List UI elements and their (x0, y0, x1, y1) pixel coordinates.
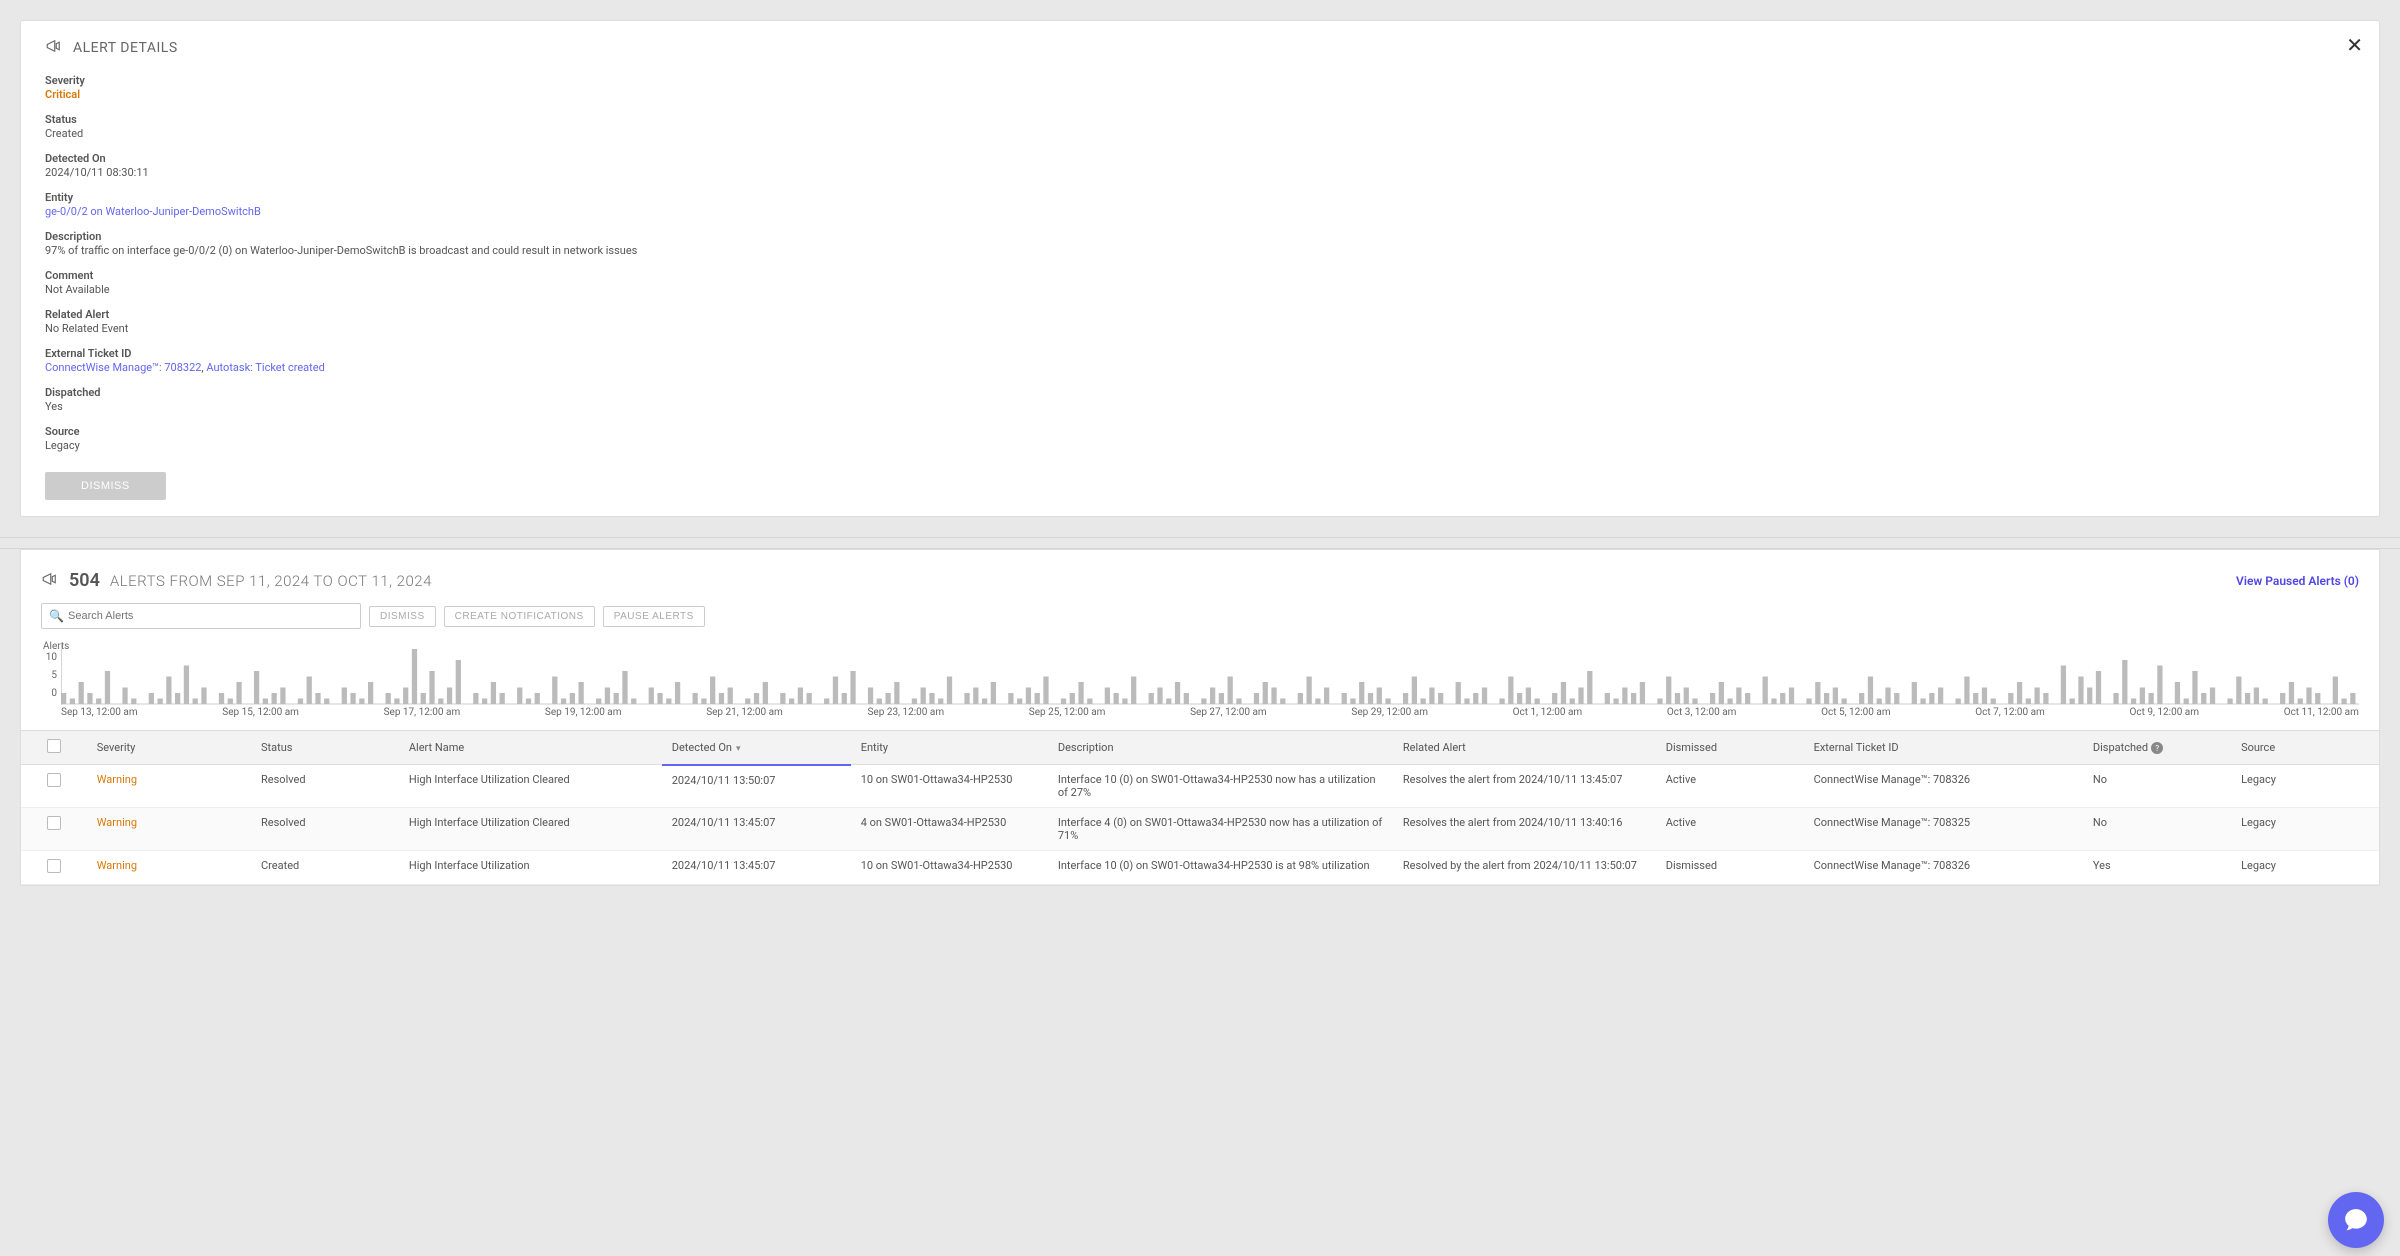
alerts-title: ALERTS FROM SEP 11, 2024 TO OCT 11, 2024 (110, 572, 432, 590)
col-detected-on[interactable]: Detected On (662, 731, 851, 765)
cell-related-alert: Resolved by the alert from 2024/10/11 13… (1393, 851, 1656, 885)
megaphone-icon (45, 37, 63, 58)
alerts-table: Severity Status Alert Name Detected On E… (21, 730, 2379, 885)
toolbar-dismiss-button[interactable]: DISMISS (369, 606, 436, 627)
search-icon: 🔍 (49, 609, 64, 623)
entity-link[interactable]: ge-0/0/2 on Waterloo-Juniper-DemoSwitchB (45, 205, 2355, 218)
cell-status: Resolved (251, 808, 399, 851)
cell-description: Interface 4 (0) on SW01-Ottawa34-HP2530 … (1048, 808, 1393, 851)
cell-external-ticket: ConnectWise Manage™: 708326 (1804, 851, 2083, 885)
toolbar-pause-alerts-button[interactable]: PAUSE ALERTS (603, 606, 705, 627)
select-all-checkbox[interactable] (47, 739, 61, 753)
cell-entity: 4 on SW01-Ottawa34-HP2530 (851, 808, 1048, 851)
status-value: Created (45, 127, 2355, 140)
chat-icon (2343, 1207, 2369, 1233)
col-source[interactable]: Source (2231, 731, 2379, 765)
col-description[interactable]: Description (1048, 731, 1393, 765)
cell-external-ticket: ConnectWise Manage™: 708326 (1804, 765, 2083, 808)
close-button[interactable]: ✕ (2346, 33, 2363, 58)
table-row[interactable]: Warning Resolved High Interface Utilizat… (21, 765, 2379, 808)
cell-related-alert: Resolves the alert from 2024/10/11 13:40… (1393, 808, 1656, 851)
chat-bubble-button[interactable] (2328, 1192, 2384, 1248)
toolbar-create-notifications-button[interactable]: CREATE NOTIFICATIONS (444, 606, 595, 627)
chart-yticks: 10 5 0 (43, 649, 57, 703)
help-icon[interactable]: ? (2151, 742, 2163, 754)
cell-dismissed: Active (1656, 765, 1804, 808)
status-label: Status (45, 113, 2355, 126)
cell-dispatched: No (2083, 808, 2231, 851)
table-row[interactable]: Warning Created High Interface Utilizati… (21, 851, 2379, 885)
source-label: Source (45, 425, 2355, 438)
col-entity[interactable]: Entity (851, 731, 1048, 765)
ticket-link-at[interactable]: Autotask: Ticket created (206, 361, 324, 374)
alerts-count: 504 (69, 570, 100, 591)
cell-related-alert: Resolves the alert from 2024/10/11 13:45… (1393, 765, 1656, 808)
cell-description: Interface 10 (0) on SW01-Ottawa34-HP2530… (1048, 765, 1393, 808)
alerts-list-panel: 504 ALERTS FROM SEP 11, 2024 TO OCT 11, … (20, 549, 2380, 886)
cell-description: Interface 10 (0) on SW01-Ottawa34-HP2530… (1048, 851, 1393, 885)
cell-alert-name: High Interface Utilization Cleared (399, 765, 662, 808)
cell-severity: Warning (87, 765, 251, 808)
col-severity[interactable]: Severity (87, 731, 251, 765)
cell-dismissed: Active (1656, 808, 1804, 851)
related-value: No Related Event (45, 322, 2355, 335)
col-status[interactable]: Status (251, 731, 399, 765)
related-label: Related Alert (45, 308, 2355, 321)
cell-external-ticket: ConnectWise Manage™: 708325 (1804, 808, 2083, 851)
description-label: Description (45, 230, 2355, 243)
alerts-timeline-chart: Alerts 10 5 0 Sep 13, 12:00 amSep 15, 12… (21, 645, 2379, 730)
cell-dispatched: Yes (2083, 851, 2231, 885)
cell-dismissed: Dismissed (1656, 851, 1804, 885)
alert-details-panel: ✕ ALERT DETAILS Severity Critical Status… (20, 20, 2380, 517)
cell-entity: 10 on SW01-Ottawa34-HP2530 (851, 851, 1048, 885)
cell-severity: Warning (87, 808, 251, 851)
row-checkbox[interactable] (47, 859, 61, 873)
severity-value: Critical (45, 88, 2355, 101)
col-dispatched[interactable]: Dispatched? (2083, 731, 2231, 765)
entity-label: Entity (45, 191, 2355, 204)
paused-alerts-link[interactable]: View Paused Alerts (0) (2236, 574, 2359, 588)
dispatched-value: Yes (45, 400, 2355, 413)
cell-status: Resolved (251, 765, 399, 808)
dismiss-button[interactable]: DISMISS (45, 472, 166, 500)
cell-dispatched: No (2083, 765, 2231, 808)
cell-source: Legacy (2231, 765, 2379, 808)
table-row[interactable]: Warning Resolved High Interface Utilizat… (21, 808, 2379, 851)
description-value: 97% of traffic on interface ge-0/0/2 (0)… (45, 244, 2355, 257)
ticket-label: External Ticket ID (45, 347, 2355, 360)
comment-value: Not Available (45, 283, 2355, 296)
cell-status: Created (251, 851, 399, 885)
cell-detected-on: 2024/10/11 13:45:07 (662, 851, 851, 885)
cell-source: Legacy (2231, 851, 2379, 885)
row-checkbox[interactable] (47, 816, 61, 830)
search-input[interactable] (41, 603, 361, 629)
panel-title: ALERT DETAILS (73, 40, 178, 56)
detected-label: Detected On (45, 152, 2355, 165)
cell-severity: Warning (87, 851, 251, 885)
cell-entity: 10 on SW01-Ottawa34-HP2530 (851, 765, 1048, 808)
cell-source: Legacy (2231, 808, 2379, 851)
col-external-ticket[interactable]: External Ticket ID (1804, 731, 2083, 765)
cell-alert-name: High Interface Utilization (399, 851, 662, 885)
chart-xticks: Sep 13, 12:00 amSep 15, 12:00 amSep 17, … (61, 705, 2359, 726)
section-divider (0, 537, 2400, 549)
comment-label: Comment (45, 269, 2355, 282)
cell-detected-on: 2024/10/11 13:45:07 (662, 808, 851, 851)
detected-value: 2024/10/11 08:30:11 (45, 166, 2355, 179)
close-icon: ✕ (2346, 35, 2363, 57)
cell-detected-on: 2024/10/11 13:50:07 (662, 765, 851, 808)
severity-label: Severity (45, 74, 2355, 87)
col-alert-name[interactable]: Alert Name (399, 731, 662, 765)
row-checkbox[interactable] (47, 773, 61, 787)
dispatched-label: Dispatched (45, 386, 2355, 399)
col-related-alert[interactable]: Related Alert (1393, 731, 1656, 765)
source-value: Legacy (45, 439, 2355, 452)
col-dismissed[interactable]: Dismissed (1656, 731, 1804, 765)
cell-alert-name: High Interface Utilization Cleared (399, 808, 662, 851)
ticket-link-cw[interactable]: ConnectWise Manage™: 708322 (45, 361, 201, 374)
megaphone-icon (41, 570, 59, 591)
